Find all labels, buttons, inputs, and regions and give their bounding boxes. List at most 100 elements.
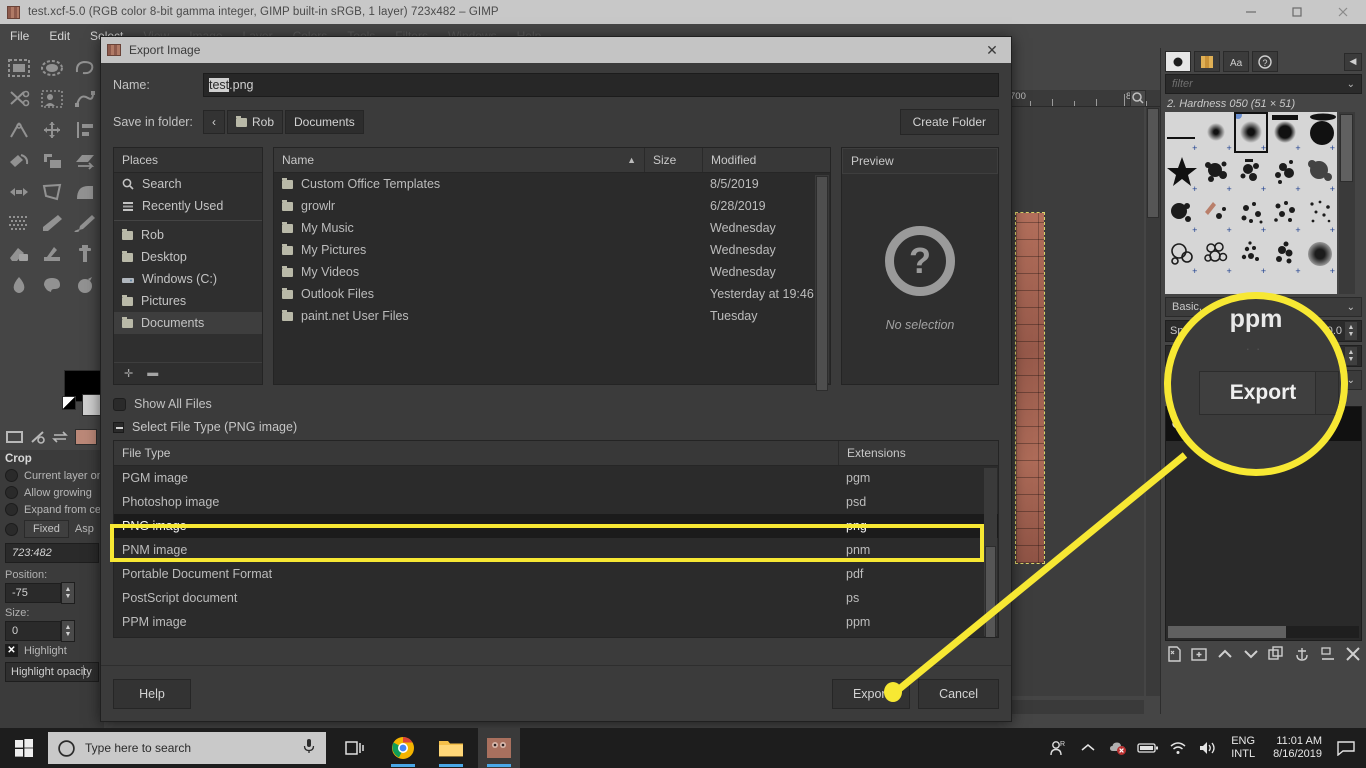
option-fixed-aspect[interactable]: Fixed Asp — [0, 518, 104, 540]
filename-input[interactable]: test .png — [203, 73, 999, 97]
table-row-selected-png[interactable]: PNG image png — [114, 514, 998, 538]
brush-item[interactable]: + — [1234, 153, 1268, 194]
table-row[interactable]: Outlook Files Yesterday at 19:46 — [274, 283, 830, 305]
canvas-vertical-scrollbar[interactable] — [1146, 107, 1160, 696]
path-breadcrumb[interactable]: ‹ Rob Documents — [203, 110, 364, 134]
slider-handle[interactable] — [83, 665, 84, 679]
column-header-size[interactable]: Size — [644, 148, 702, 172]
spinner-arrows-icon[interactable]: ▲ ▼ — [61, 582, 75, 604]
help-button[interactable]: Help — [113, 678, 191, 709]
chevron-up-icon[interactable] — [1073, 728, 1103, 768]
brick-image-layer[interactable] — [1015, 212, 1045, 564]
paths-icon[interactable] — [68, 83, 101, 114]
brush-item[interactable]: + — [1199, 194, 1233, 235]
sidebar-item-desktop[interactable]: Desktop — [114, 246, 262, 268]
spinner-arrows-icon[interactable]: ▲ ▼ — [1345, 322, 1357, 340]
folder-field-row[interactable]: Save in folder: ‹ Rob Documents Create F… — [113, 109, 999, 135]
onedrive-icon[interactable] — [1103, 728, 1133, 768]
brush-item[interactable]: + — [1303, 235, 1337, 276]
tab-help[interactable]: ? — [1252, 51, 1278, 72]
sidebar-item-recently-used[interactable]: Recently Used — [114, 195, 262, 217]
sidebar-item-documents[interactable]: Documents — [114, 312, 262, 334]
shear-icon[interactable] — [68, 145, 101, 176]
path-button-rob[interactable]: Rob — [227, 110, 284, 134]
paintbrush-icon[interactable] — [68, 207, 101, 238]
dialog-body[interactable]: Name: test .png Save in folder: ‹ Rob Doc… — [101, 63, 1011, 638]
brush-filter-input[interactable]: filter ⌄ — [1165, 74, 1362, 94]
scrollbar-thumb[interactable] — [1147, 108, 1159, 218]
menu-edit[interactable]: Edit — [39, 24, 80, 48]
option-allow-growing[interactable]: Allow growing — [0, 484, 104, 501]
dialog-action-buttons[interactable]: Export Cancel — [831, 678, 999, 709]
position-value[interactable]: -75 — [5, 583, 61, 603]
table-row[interactable]: My Music Wednesday — [274, 217, 830, 239]
path-button-documents[interactable]: Documents — [285, 110, 364, 134]
radio-icon[interactable] — [5, 486, 18, 499]
size-spinner[interactable]: 0 ▲ ▼ — [5, 620, 99, 642]
clock[interactable]: 11:01 AM 8/16/2019 — [1263, 735, 1332, 761]
brush-grid-scrollbar[interactable] — [1339, 112, 1355, 294]
minimize-button[interactable] — [1228, 0, 1274, 24]
scrollbar-thumb[interactable] — [1340, 114, 1353, 182]
path-back-button[interactable]: ‹ — [203, 110, 225, 134]
bucket-fill-icon[interactable] — [2, 207, 35, 238]
checkbox-unchecked-icon[interactable] — [113, 397, 126, 411]
input-language-indicator[interactable]: ENG INTL — [1223, 735, 1263, 761]
table-row[interactable]: Portable Document Format pdf — [114, 562, 998, 586]
taskbar-app-icons[interactable] — [334, 728, 520, 768]
blur-icon[interactable] — [2, 269, 35, 300]
sidebar-item-search[interactable]: Search — [114, 173, 262, 195]
tab-fonts[interactable]: Aa — [1223, 51, 1249, 72]
spinner-arrows-icon[interactable]: ▲ ▼ — [61, 620, 75, 642]
microphone-icon[interactable] — [302, 738, 316, 759]
fixed-dropdown[interactable]: Fixed — [24, 520, 69, 538]
radio-icon[interactable] — [5, 522, 18, 536]
brush-item[interactable]: + — [1199, 235, 1233, 276]
file-list-scrollbar[interactable] — [815, 175, 829, 391]
menu-file[interactable]: File — [0, 24, 39, 48]
table-row[interactable]: growlr 6/28/2019 — [274, 195, 830, 217]
delete-layer-icon[interactable] — [1345, 646, 1361, 662]
add-bookmark-icon[interactable]: ✛ — [124, 367, 133, 380]
select-file-type-expander[interactable]: Select File Type (PNG image) — [113, 420, 999, 434]
file-type-list[interactable]: File Type Extensions PGM image pgm Photo… — [113, 440, 999, 638]
tool-options-panel[interactable]: Crop Current layer on Allow growing Expa… — [0, 450, 104, 762]
tool-grid[interactable] — [0, 48, 103, 300]
size-value[interactable]: 0 — [5, 621, 61, 641]
dock-menu-icon[interactable]: ◀ — [1344, 52, 1362, 71]
cage-transform-icon[interactable] — [35, 176, 68, 207]
eraser-icon[interactable] — [2, 238, 35, 269]
pencil-icon[interactable] — [35, 207, 68, 238]
dock-tab-bar[interactable]: Aa ? ◀ — [1161, 48, 1366, 72]
brush-item[interactable]: + — [1268, 153, 1302, 194]
task-view-button[interactable] — [334, 728, 376, 768]
battery-icon[interactable] — [1133, 728, 1163, 768]
maximize-button[interactable] — [1274, 0, 1320, 24]
table-row[interactable]: My Videos Wednesday — [274, 261, 830, 283]
zoom-image-button[interactable] — [1130, 90, 1146, 107]
scrollbar-thumb[interactable] — [1168, 626, 1287, 638]
position-spinner[interactable]: -75 ▲ ▼ — [5, 582, 99, 604]
layer-tools-bar[interactable] — [1161, 641, 1366, 667]
free-select-icon[interactable] — [68, 52, 101, 83]
wifi-icon[interactable] — [1163, 728, 1193, 768]
column-header-file-type[interactable]: File Type — [114, 441, 838, 465]
file-type-scrollbar[interactable] — [984, 468, 997, 637]
column-header-name[interactable]: Name ▲ — [274, 148, 644, 172]
table-row[interactable]: Custom Office Templates 8/5/2019 — [274, 173, 830, 195]
table-row[interactable]: PPM image ppm — [114, 610, 998, 634]
ellipse-select-icon[interactable] — [35, 52, 68, 83]
raise-layer-icon[interactable] — [1217, 646, 1233, 662]
show-all-files-checkbox[interactable]: Show All Files — [113, 397, 999, 411]
brush-item[interactable]: + — [1303, 194, 1337, 235]
remove-bookmark-icon[interactable]: ▬ — [147, 367, 158, 380]
aspect-ratio-input[interactable]: 723:482 — [5, 543, 99, 563]
table-row[interactable]: paint.net User Files Tuesday — [274, 305, 830, 327]
table-row[interactable]: PGM image pgm — [114, 466, 998, 490]
brush-item[interactable]: + — [1165, 194, 1199, 235]
close-button[interactable] — [1320, 0, 1366, 24]
checkbox-checked-icon[interactable]: ✕ — [5, 644, 18, 657]
brush-item[interactable]: + — [1199, 112, 1233, 153]
file-list[interactable]: Name ▲ Size Modified Custom Office Templ… — [273, 147, 831, 391]
brush-item[interactable]: + — [1268, 112, 1302, 153]
